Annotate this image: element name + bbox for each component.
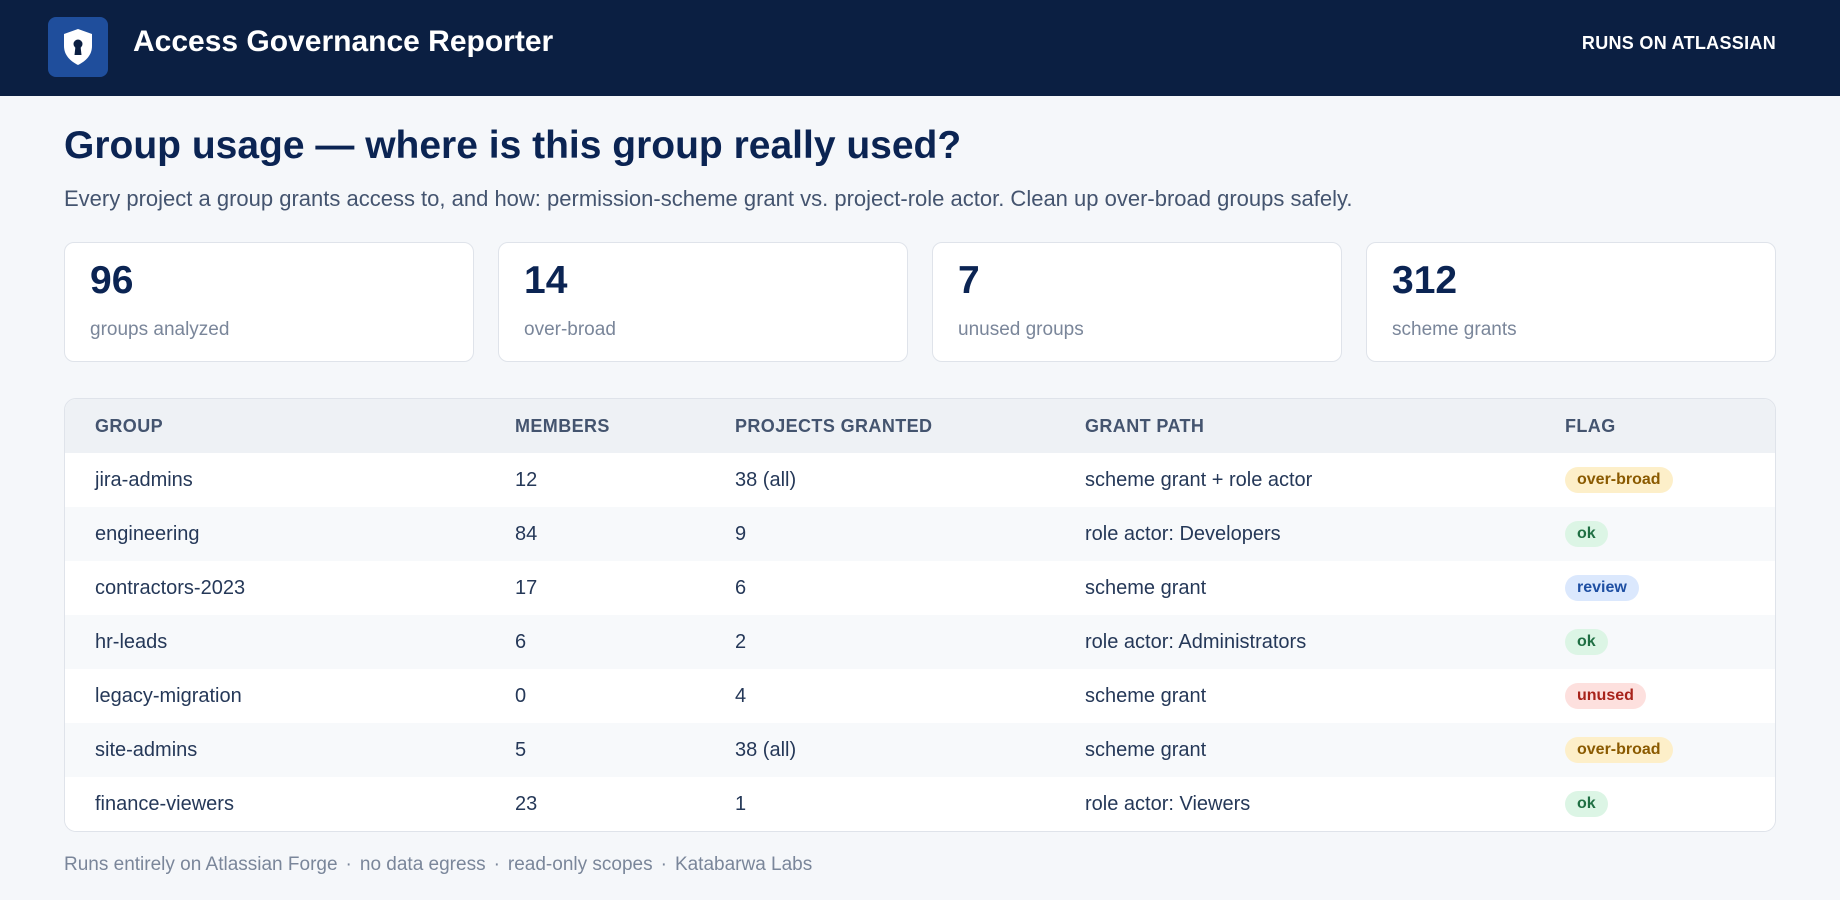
- projects-granted-cell: 38 (all): [735, 468, 797, 491]
- stat-label: scheme grants: [1392, 319, 1517, 340]
- members-cell: 84: [515, 522, 538, 545]
- footer-separator: ·: [493, 854, 500, 875]
- table-row[interactable]: hr-leads 6 2 role actor: Administrators ok: [65, 615, 1775, 669]
- grant-path-cell: scheme grant + role actor: [1085, 468, 1313, 491]
- projects-granted-cell: 9: [735, 522, 747, 545]
- group-cell: finance-viewers: [95, 792, 234, 815]
- stat-value: 96: [90, 259, 134, 302]
- stat-label: over-broad: [524, 319, 616, 340]
- stat-card-scheme-grants: 312 scheme grants: [1366, 242, 1776, 362]
- app-title: Access Governance Reporter: [133, 25, 554, 58]
- table-row[interactable]: finance-viewers 23 1 role actor: Viewers ok: [65, 777, 1775, 831]
- projects-granted-cell: 6: [735, 576, 747, 599]
- group-cell: legacy-migration: [95, 684, 242, 707]
- column-header-grant-path[interactable]: GRANT PATH: [1055, 399, 1535, 453]
- grant-path-cell: scheme grant: [1085, 576, 1207, 599]
- flag-badge: review: [1565, 575, 1639, 601]
- flag-cell: over-broad: [1535, 453, 1775, 507]
- runs-on-label: RUNS ON ATLASSIAN: [1581, 32, 1776, 53]
- projects-granted-cell: 2: [735, 630, 747, 653]
- flag-cell: ok: [1535, 507, 1775, 561]
- stat-value: 7: [958, 259, 980, 302]
- group-cell: jira-admins: [95, 468, 193, 491]
- table-row[interactable]: contractors-2023 17 6 scheme grant review: [65, 561, 1775, 615]
- stat-value: 14: [524, 259, 568, 302]
- stat-card-unused-groups: 7 unused groups: [932, 242, 1342, 362]
- projects-granted-cell: 38 (all): [735, 738, 797, 761]
- flag-cell: ok: [1535, 615, 1775, 669]
- column-header-projects-granted[interactable]: PROJECTS GRANTED: [705, 399, 1055, 453]
- grant-path-cell: role actor: Developers: [1085, 522, 1281, 545]
- footer-item: no data egress: [359, 854, 486, 875]
- stats-row: 96 groups analyzed 14 over-broad 7 unuse…: [64, 242, 1776, 362]
- members-cell: 23: [515, 792, 538, 815]
- column-header-members[interactable]: MEMBERS: [485, 399, 705, 453]
- members-cell: 12: [515, 468, 538, 491]
- members-cell: 5: [515, 738, 527, 761]
- column-header-flag[interactable]: FLAG: [1535, 399, 1775, 453]
- flag-badge: over-broad: [1565, 467, 1673, 493]
- footer-item: Runs entirely on Atlassian Forge: [64, 854, 338, 875]
- stat-label: groups analyzed: [90, 319, 230, 340]
- members-cell: 6: [515, 630, 527, 653]
- flag-badge: ok: [1565, 521, 1608, 547]
- table-row[interactable]: legacy-migration 0 4 scheme grant unused: [65, 669, 1775, 723]
- footer-item: read-only scopes: [507, 854, 653, 875]
- top-bar: Access Governance Reporter RUNS ON ATLAS…: [0, 0, 1840, 96]
- brand: Access Governance Reporter: [48, 17, 554, 77]
- stat-card-over-broad: 14 over-broad: [498, 242, 908, 362]
- group-cell: hr-leads: [95, 630, 168, 653]
- flag-cell: unused: [1535, 669, 1775, 723]
- members-cell: 17: [515, 576, 538, 599]
- members-cell: 0: [515, 684, 527, 707]
- column-header-group[interactable]: GROUP: [65, 399, 485, 453]
- grant-path-cell: role actor: Viewers: [1085, 792, 1251, 815]
- stat-card-groups-analyzed: 96 groups analyzed: [64, 242, 474, 362]
- table-row[interactable]: site-admins 5 38 (all) scheme grant over-bro…: [65, 723, 1775, 777]
- group-cell: contractors-2023: [95, 576, 246, 599]
- grant-path-cell: role actor: Administrators: [1085, 630, 1307, 653]
- flag-badge: ok: [1565, 629, 1608, 655]
- shield-keyhole-icon: [48, 17, 108, 77]
- stat-label: unused groups: [958, 319, 1084, 340]
- stat-value: 312: [1392, 259, 1458, 302]
- flag-cell: review: [1535, 561, 1775, 615]
- page-title: Group usage — where is this group really…: [64, 124, 962, 167]
- flag-cell: over-broad: [1535, 723, 1775, 777]
- group-cell: engineering: [95, 522, 200, 545]
- grant-path-cell: scheme grant: [1085, 684, 1207, 707]
- projects-granted-cell: 1: [735, 792, 747, 815]
- group-cell: site-admins: [95, 738, 198, 761]
- table-header-row: GROUP MEMBERS PROJECTS GRANTED GRANT PAT…: [65, 399, 1775, 453]
- footer-item: Katabarwa Labs: [674, 854, 813, 875]
- projects-granted-cell: 4: [735, 684, 747, 707]
- table-row[interactable]: jira-admins 12 38 (all) scheme grant + role…: [65, 453, 1775, 507]
- footer-separator: ·: [660, 854, 667, 875]
- page-subtitle: Every project a group grants access to, …: [64, 186, 1353, 211]
- flag-cell: ok: [1535, 777, 1775, 831]
- main-content: Group usage — where is this group really…: [0, 122, 1840, 876]
- grant-path-cell: scheme grant: [1085, 738, 1207, 761]
- flag-badge: over-broad: [1565, 737, 1673, 763]
- table-row[interactable]: engineering 84 9 role actor: Developers ok: [65, 507, 1775, 561]
- footer-separator: ·: [345, 854, 352, 875]
- footer: Runs entirely on Atlassian Forge · no data…: [64, 854, 1776, 876]
- flag-badge: ok: [1565, 791, 1608, 817]
- group-usage-table: GROUP MEMBERS PROJECTS GRANTED GRANT PAT…: [64, 398, 1776, 832]
- flag-badge: unused: [1565, 683, 1646, 709]
